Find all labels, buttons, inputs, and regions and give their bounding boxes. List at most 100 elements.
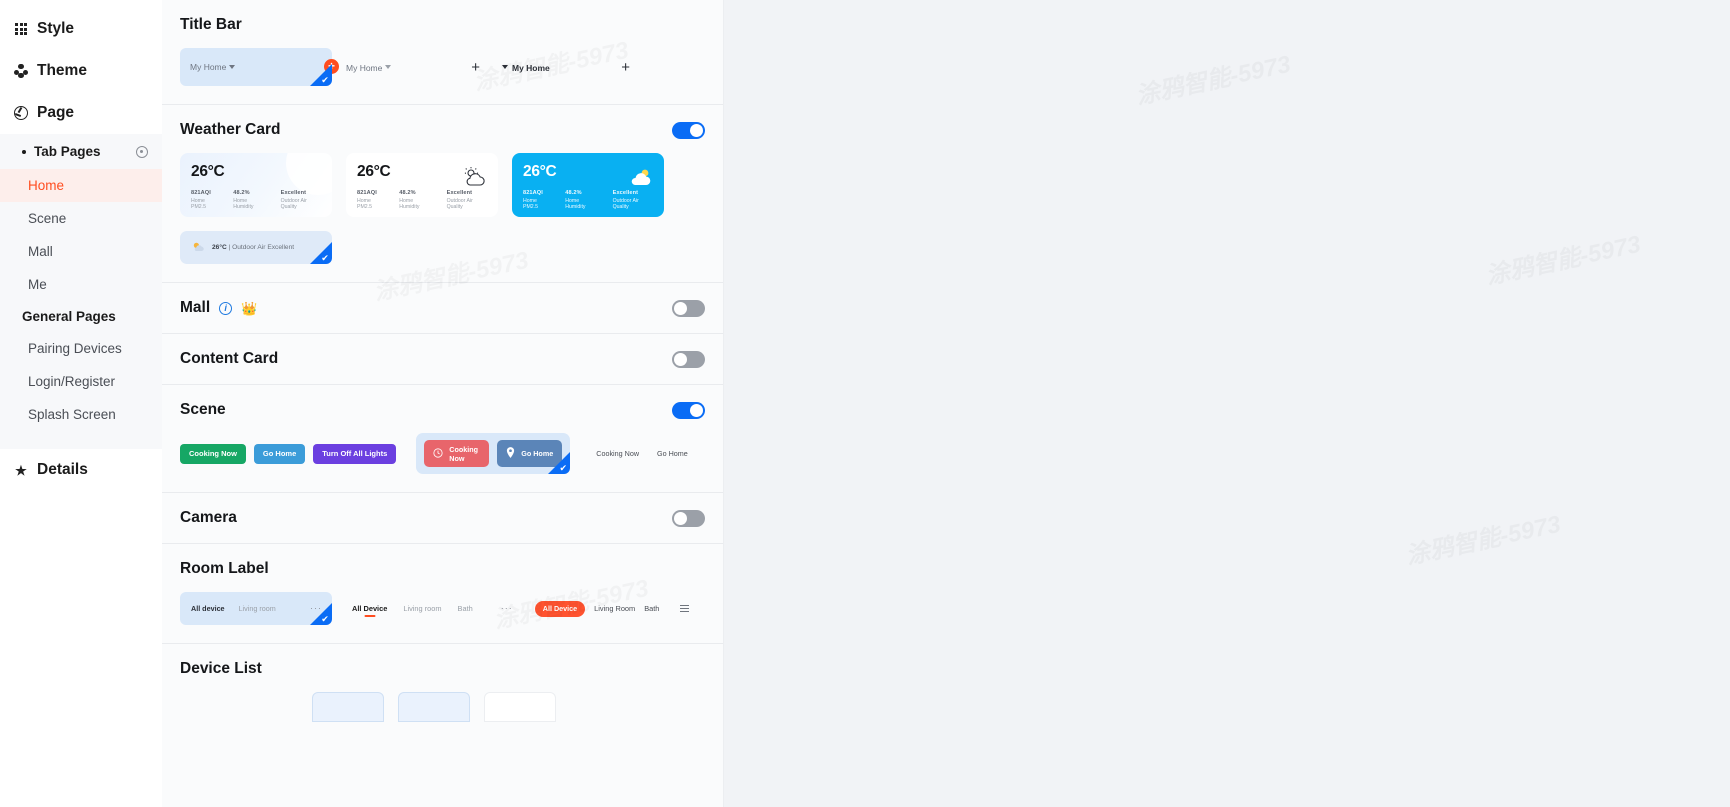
section-weather-card: Weather Card 26°C 821AQI Home PM2.5 48.2… xyxy=(162,105,723,283)
weather-strip-variant[interactable]: 26°C | Outdoor Air Excellent ✔ xyxy=(180,231,332,264)
general-pages-label: General Pages xyxy=(0,301,162,332)
title-bar-v3-label: My Home xyxy=(512,63,550,73)
fan-icon xyxy=(14,106,28,120)
crown-icon: 👑 xyxy=(241,300,258,316)
more-dots-icon[interactable]: ··· xyxy=(310,604,322,613)
scene-text-go-home[interactable]: Go Home xyxy=(657,449,688,458)
scene-card-cooking-now[interactable]: Cooking Now xyxy=(424,440,490,467)
mall-toggle[interactable] xyxy=(672,299,705,317)
room-tab-living-room[interactable]: Living Room xyxy=(594,604,635,613)
selected-check-icon: ✔ xyxy=(321,614,329,624)
section-heading-content-card: Content Card xyxy=(180,350,279,367)
room-label-variant-1[interactable]: All device Living room ··· ✔ xyxy=(180,592,332,625)
weather-stat-value: Excellent xyxy=(280,190,307,196)
sidebar-item-theme[interactable]: Theme xyxy=(0,50,162,92)
section-content-card: Content Card xyxy=(162,334,723,385)
sidebar-label-style: Style xyxy=(37,20,75,37)
weather-stat-label: Outdoor Air Quality xyxy=(280,197,307,210)
sidebar-item-splash-screen[interactable]: Splash Screen xyxy=(0,398,162,431)
sun-cloud-icon xyxy=(193,239,205,257)
sidebar-label-me: Me xyxy=(28,277,47,292)
sidebar-item-scene[interactable]: Scene xyxy=(0,202,162,235)
section-heading-title-bar: Title Bar xyxy=(180,16,242,33)
section-scene: Scene Cooking Now Go Home Turn Off All L… xyxy=(162,385,723,493)
watermark: 涂鸦智能-5973 xyxy=(1402,504,1563,571)
sidebar-item-details[interactable]: ★ Details xyxy=(0,449,162,491)
weather-card-variant-2[interactable]: 26°C 821AQI Home PM2.5 48.2% Home Humidi… xyxy=(346,153,498,217)
section-heading-camera: Camera xyxy=(180,509,237,526)
partly-cloudy-icon xyxy=(462,167,488,192)
clock-icon xyxy=(433,447,443,460)
section-device-list: Device List xyxy=(162,644,723,722)
sidebar-label-pairing-devices: Pairing Devices xyxy=(28,341,122,356)
weather-card-toggle[interactable] xyxy=(672,121,705,139)
section-heading-scene: Scene xyxy=(180,401,226,418)
title-bar-variant-1[interactable]: My Home + ✔ xyxy=(180,48,339,86)
tab-pages-header[interactable]: Tab Pages xyxy=(0,134,162,169)
room-label-variant-3[interactable]: All Device Living Room Bath xyxy=(534,600,690,617)
sidebar-item-pairing-devices[interactable]: Pairing Devices xyxy=(0,332,162,365)
weather-stat: 821AQI Home PM2.5 xyxy=(523,190,552,210)
info-icon[interactable]: i xyxy=(219,301,233,315)
weather-strip-label: Outdoor Air xyxy=(232,244,266,251)
gear-icon[interactable] xyxy=(136,145,148,158)
scene-text-cooking-now[interactable]: Cooking Now xyxy=(596,449,639,458)
scene-button-turn-off-all-lights[interactable]: Turn Off All Lights xyxy=(313,443,397,464)
title-bar-variant-2[interactable]: My Home + xyxy=(332,48,482,86)
room-label-variant-2[interactable]: All Device Living room Bath ··· xyxy=(352,604,513,614)
device-list-card-preview[interactable] xyxy=(312,692,384,722)
tab-pages-label: Tab Pages xyxy=(34,144,101,159)
add-variant-button[interactable]: + xyxy=(324,59,339,74)
weather-card-variant-3[interactable]: 26°C 821AQI Home PM2.5 48.2% Home Humidi… xyxy=(512,153,664,217)
room-tab-all-device[interactable]: All Device xyxy=(352,604,387,613)
section-title-bar: Title Bar My Home + ✔ My Home + My Home xyxy=(162,0,723,105)
weather-stat-value: 48.2% xyxy=(399,190,416,196)
weather-stat-label: Home Humidity xyxy=(233,197,254,210)
weather-stat: Excellent Outdoor Air Quality xyxy=(281,190,323,210)
scene-variant-group-selected[interactable]: Cooking Now Go Home ✔ xyxy=(416,433,571,474)
weather-stat: 48.2% Home Humidity xyxy=(565,190,599,210)
scene-button-cooking-now-green[interactable]: Cooking Now xyxy=(180,443,246,464)
sidebar-item-page[interactable]: Page xyxy=(0,92,162,134)
content-card-toggle[interactable] xyxy=(672,350,705,368)
selected-check-icon: ✔ xyxy=(559,463,568,473)
room-tab-living-room[interactable]: Living room xyxy=(403,604,441,613)
watermark: 涂鸦智能-5973 xyxy=(1482,224,1643,291)
weather-stat-label: Home PM2.5 xyxy=(191,197,206,210)
bullet-icon xyxy=(22,149,26,154)
preview-panel: 👑 9:41 My Home + xyxy=(724,0,1730,807)
device-list-card-preview[interactable] xyxy=(484,692,556,722)
room-pill-all-device[interactable]: All Device xyxy=(534,600,586,617)
weather-stat-value: 821AQI xyxy=(191,190,211,196)
more-dots-icon[interactable]: ··· xyxy=(501,604,513,613)
component-list-panel[interactable]: Title Bar My Home + ✔ My Home + My Home xyxy=(162,0,724,807)
device-list-card-preview[interactable] xyxy=(398,692,470,722)
scene-button-go-home-blue[interactable]: Go Home xyxy=(253,443,306,464)
title-bar-variant-3[interactable]: My Home + xyxy=(482,48,632,86)
selected-check-icon: ✔ xyxy=(321,75,329,85)
selected-check-icon: ✔ xyxy=(321,253,329,263)
title-bar-v2-label: My Home xyxy=(346,63,383,73)
sidebar-item-style[interactable]: Style xyxy=(0,8,162,50)
title-bar-v2-plus-icon[interactable]: + xyxy=(471,59,480,76)
sidebar-item-login-register[interactable]: Login/Register xyxy=(0,365,162,398)
title-bar-v3-plus-icon[interactable]: + xyxy=(621,59,630,76)
weather-stat: 821AQI Home PM2.5 xyxy=(357,190,386,210)
weather-card-variant-1[interactable]: 26°C 821AQI Home PM2.5 48.2% Home Humidi… xyxy=(180,153,332,217)
room-tab-bath[interactable]: Bath xyxy=(458,604,473,613)
title-bar-v1-label: My Home xyxy=(190,62,227,72)
sidebar-item-me[interactable]: Me xyxy=(0,268,162,301)
scene-card-go-home[interactable]: Go Home xyxy=(497,440,563,467)
watermark: 涂鸦智能-5973 xyxy=(1132,44,1293,111)
app-root: Style Theme Page Tab Pages Home Scene Ma… xyxy=(0,0,1730,807)
list-icon[interactable] xyxy=(680,604,690,613)
section-room-label: Room Label All device Living room ··· ✔ … xyxy=(162,544,723,644)
scene-toggle[interactable] xyxy=(672,401,705,419)
scene-card-label: Go Home xyxy=(521,449,554,458)
sidebar-item-mall[interactable]: Mall xyxy=(0,235,162,268)
sidebar-label-page: Page xyxy=(37,104,75,121)
camera-toggle[interactable] xyxy=(672,509,705,527)
room-tab-bath[interactable]: Bath xyxy=(644,604,659,613)
sidebar-item-home[interactable]: Home xyxy=(0,169,162,202)
sidebar-label-home: Home xyxy=(28,178,65,193)
